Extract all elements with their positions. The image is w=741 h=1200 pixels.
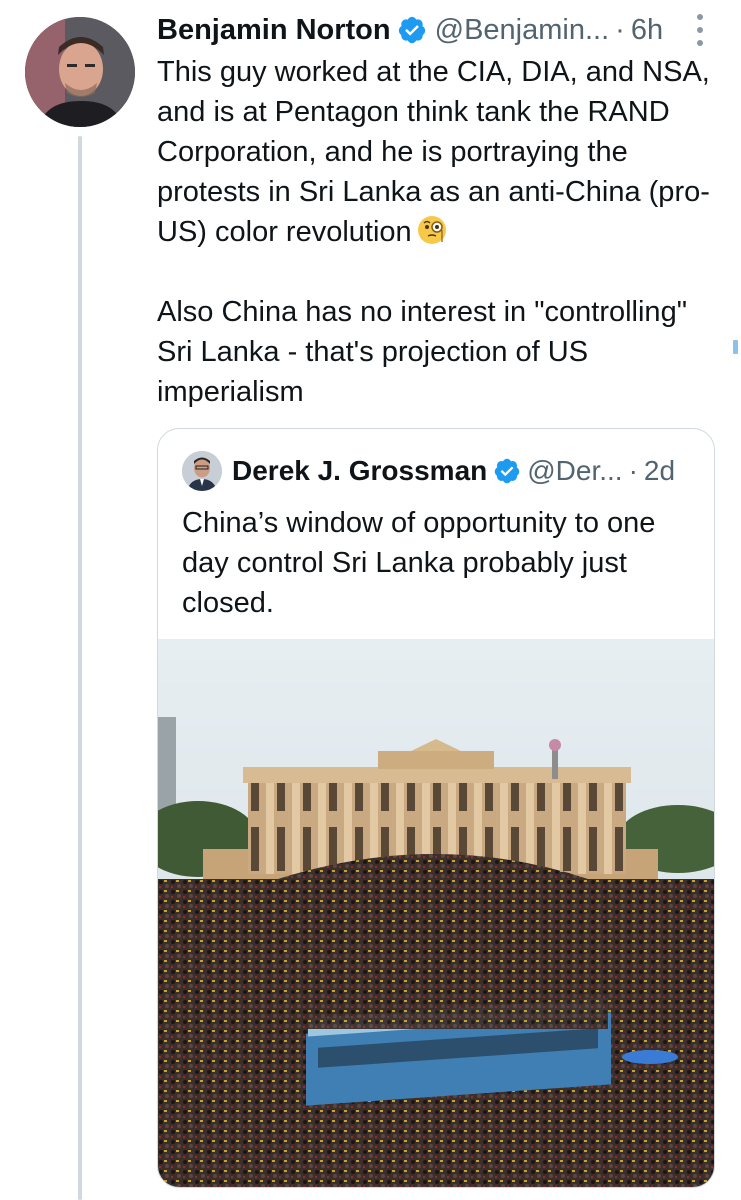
verified-badge-icon [495,458,520,484]
quoted-tweet[interactable]: Derek J. Grossman @Der... · 2d China’s w… [157,428,715,1188]
author-name[interactable]: Benjamin Norton [157,12,391,48]
tweet[interactable]: Benjamin Norton @Benjamin... · 6h This g… [0,0,741,1200]
tweet-text-paragraph-2: Also China has no interest in "controlli… [157,296,687,408]
quoted-tweet-photo[interactable] [158,639,714,1187]
thread-line [78,136,82,1200]
separator-dot: · [615,14,625,46]
tweet-time[interactable]: 6h [631,12,663,48]
quoted-author-avatar[interactable] [182,451,222,491]
quoted-tweet-time[interactable]: 2d [644,455,675,487]
face-with-monocle-icon [417,216,446,244]
quoted-author-handle[interactable]: @Der... [527,455,622,487]
separator-dot: · [628,455,638,486]
more-options-icon[interactable] [690,14,710,46]
author-avatar[interactable] [25,17,135,127]
quoted-tweet-header: Derek J. Grossman @Der... · 2d [182,451,702,491]
quoted-author-name[interactable]: Derek J. Grossman [232,455,487,487]
quoted-tweet-text: China’s window of opportunity to one day… [182,507,656,619]
author-handle[interactable]: @Benjamin... [435,12,610,48]
verified-badge-icon [398,16,425,44]
scroll-indicator [733,340,738,354]
tweet-text: This guy worked at the CIA, DIA, and NSA… [157,52,727,412]
tweet-header: Benjamin Norton @Benjamin... · 6h [157,12,727,48]
